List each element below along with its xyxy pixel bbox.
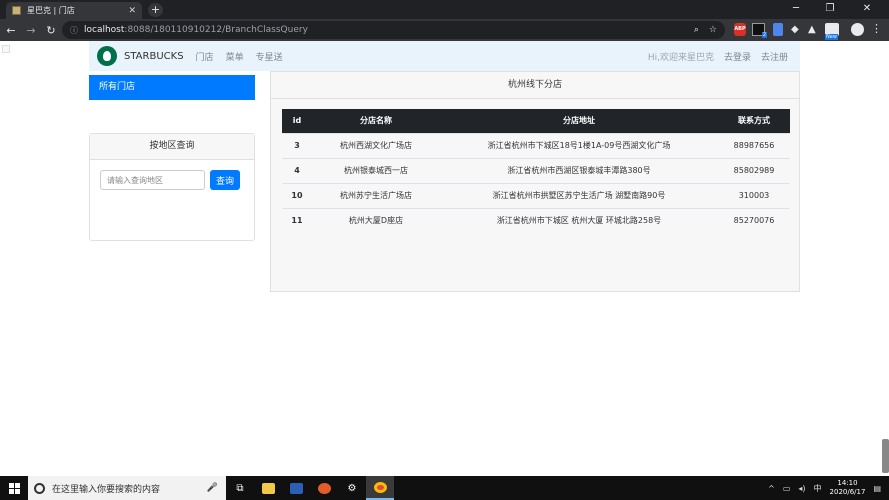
volume-icon[interactable]: ◂) [798,484,805,493]
cell-name: 杭州苏宁生活广场店 [312,182,440,208]
starbucks-favicon-icon [12,6,21,15]
store-list-card: 杭州线下分店 id 分店名称 分店地址 联系方式 3 杭州西湖文化广场店 浙江省… [270,71,800,292]
extension-badge: 2 [761,32,767,38]
info-icon[interactable]: ⓘ [70,25,78,36]
nav-link-delivery[interactable]: 专星送 [256,50,283,63]
cell-phone: 310003 [718,182,790,208]
side-scroll-handle[interactable] [882,439,889,473]
url-host: localhost [84,25,125,35]
system-tray: ^ ▭ ◂) 中 14:10 2020/6/17 ▤ [768,479,889,497]
taskbar-search-text: 在这里输入你要搜索的内容 [52,484,161,495]
window-minimize-button[interactable]: ─ [781,0,811,19]
tab-title: 星巴克 | 门店 [27,6,75,15]
new-extension-icon[interactable]: New [825,23,839,40]
cell-phone: 88987656 [718,132,790,158]
cell-phone: 85270076 [718,207,790,233]
chrome-icon[interactable] [366,476,394,500]
download-extension-icon[interactable] [773,23,783,36]
greeting-text: Hi,欢迎来星巴克 [647,52,714,63]
profile-avatar-icon[interactable] [851,23,864,36]
settings-gear-icon[interactable]: ⚙ [338,476,366,500]
forward-arrow-icon[interactable]: → [22,24,40,37]
taskbar-search-box[interactable]: 在这里输入你要搜索的内容 🎤 [28,476,226,500]
region-search-input[interactable] [100,170,205,190]
store-table: id 分店名称 分店地址 联系方式 3 杭州西湖文化广场店 浙江省杭州市下城区1… [282,109,790,233]
site-navbar: STARBUCKS 门店 菜单 专星送 Hi,欢迎来星巴克 去登录 去注册 [89,41,800,71]
new-tab-button[interactable]: + [148,3,163,17]
cell-id: 3 [282,132,312,158]
system-clock[interactable]: 14:10 2020/6/17 [830,479,866,497]
brand-name[interactable]: STARBUCKS [124,51,184,62]
cell-phone: 85802989 [718,157,790,183]
cell-name: 杭州银泰城西一店 [312,157,440,183]
nav-link-menu[interactable]: 菜单 [226,50,244,63]
region-search-card: 按地区查询 查询 [89,133,255,241]
sidebar-item-all-stores[interactable]: 所有门店 [89,75,255,100]
page-viewport: STARBUCKS 门店 菜单 专星送 Hi,欢迎来星巴克 去登录 去注册 所有… [0,41,889,476]
notification-icon[interactable]: ▤ [873,484,881,493]
window-maximize-button[interactable]: ❐ [815,0,845,19]
cell-id: 11 [282,207,312,233]
column-header-address: 分店地址 [440,109,718,133]
store-list-title: 杭州线下分店 [271,72,799,99]
register-link[interactable]: 去注册 [761,50,788,63]
file-explorer-icon[interactable] [254,476,282,500]
clock-time: 14:10 [837,479,858,487]
tray-chevron-icon[interactable]: ^ [768,484,775,493]
page-side-handle [2,45,10,53]
cortana-icon[interactable] [34,482,45,494]
cell-address: 浙江省杭州市西湖区银泰城丰潭路380号 [440,157,718,183]
cell-id: 10 [282,182,312,208]
ime-icon[interactable]: 中 [814,483,822,494]
region-search-title: 按地区查询 [90,134,254,160]
shield-extension-icon[interactable]: ◆ [791,23,801,36]
cell-name: 杭州西湖文化广场店 [312,132,440,158]
cell-address: 浙江省杭州市拱墅区苏宁生活广场 湖墅南路90号 [440,182,718,208]
cell-id: 4 [282,157,312,183]
search-button[interactable]: 查询 [210,170,240,190]
table-row: 11 杭州大厦D座店 浙江省杭州市下城区 杭州大厦 环城北路258号 85270… [282,207,790,233]
reload-icon[interactable]: ↻ [42,24,60,37]
table-header-row: id 分店名称 分店地址 联系方式 [282,109,790,133]
browser-menu-icon[interactable]: ⋮ [871,22,882,35]
login-link[interactable]: 去登录 [724,50,751,63]
browser-tab-strip: 星巴克 | 门店 ✕ + ─ ❐ ✕ [0,0,889,19]
extension-icon[interactable]: 2 [752,23,767,38]
os-taskbar: 在这里输入你要搜索的内容 🎤 ⧉ ⚙ ^ ▭ ◂) 中 14:10 2020/6… [0,476,889,500]
cell-address: 浙江省杭州市下城区 杭州大厦 环城北路258号 [440,207,718,233]
back-arrow-icon[interactable]: ← [2,24,20,37]
new-badge: New [825,34,838,40]
browser-tab[interactable]: 星巴克 | 门店 ✕ [6,2,142,19]
cell-name: 杭州大厦D座店 [312,207,440,233]
puzzle-extension-icon[interactable]: ▲ [808,23,818,36]
task-view-icon[interactable]: ⧉ [226,476,254,500]
zoom-search-icon[interactable]: ⌕ [694,25,699,35]
nav-link-stores[interactable]: 门店 [196,50,214,63]
column-header-name: 分店名称 [312,109,440,133]
address-bar[interactable]: ⓘ localhost :8088/180110910212/BranchCla… [62,21,725,39]
network-icon[interactable]: ▭ [783,484,791,493]
url-path: :8088/180110910212/BranchClassQuery [124,25,308,35]
bookmark-star-icon[interactable]: ☆ [709,25,717,35]
adblock-extension-icon[interactable]: ABP [734,23,746,36]
column-header-phone: 联系方式 [718,109,790,133]
word-icon[interactable] [282,476,310,500]
table-row: 4 杭州银泰城西一店 浙江省杭州市西湖区银泰城丰潭路380号 85802989 [282,157,790,183]
paint-icon[interactable] [310,476,338,500]
windows-start-icon[interactable] [0,476,28,500]
clock-date: 2020/6/17 [829,488,866,496]
column-header-id: id [282,109,312,133]
cell-address: 浙江省杭州市下城区18号1楼1A-09号西湖文化广场 [440,132,718,158]
table-row: 3 杭州西湖文化广场店 浙江省杭州市下城区18号1楼1A-09号西湖文化广场 8… [282,132,790,158]
microphone-icon[interactable]: 🎤 [207,483,218,493]
tab-close-icon[interactable]: ✕ [128,6,136,16]
window-close-button[interactable]: ✕ [852,0,882,19]
table-row: 10 杭州苏宁生活广场店 浙江省杭州市拱墅区苏宁生活广场 湖墅南路90号 310… [282,182,790,208]
starbucks-logo-icon[interactable] [97,46,117,66]
